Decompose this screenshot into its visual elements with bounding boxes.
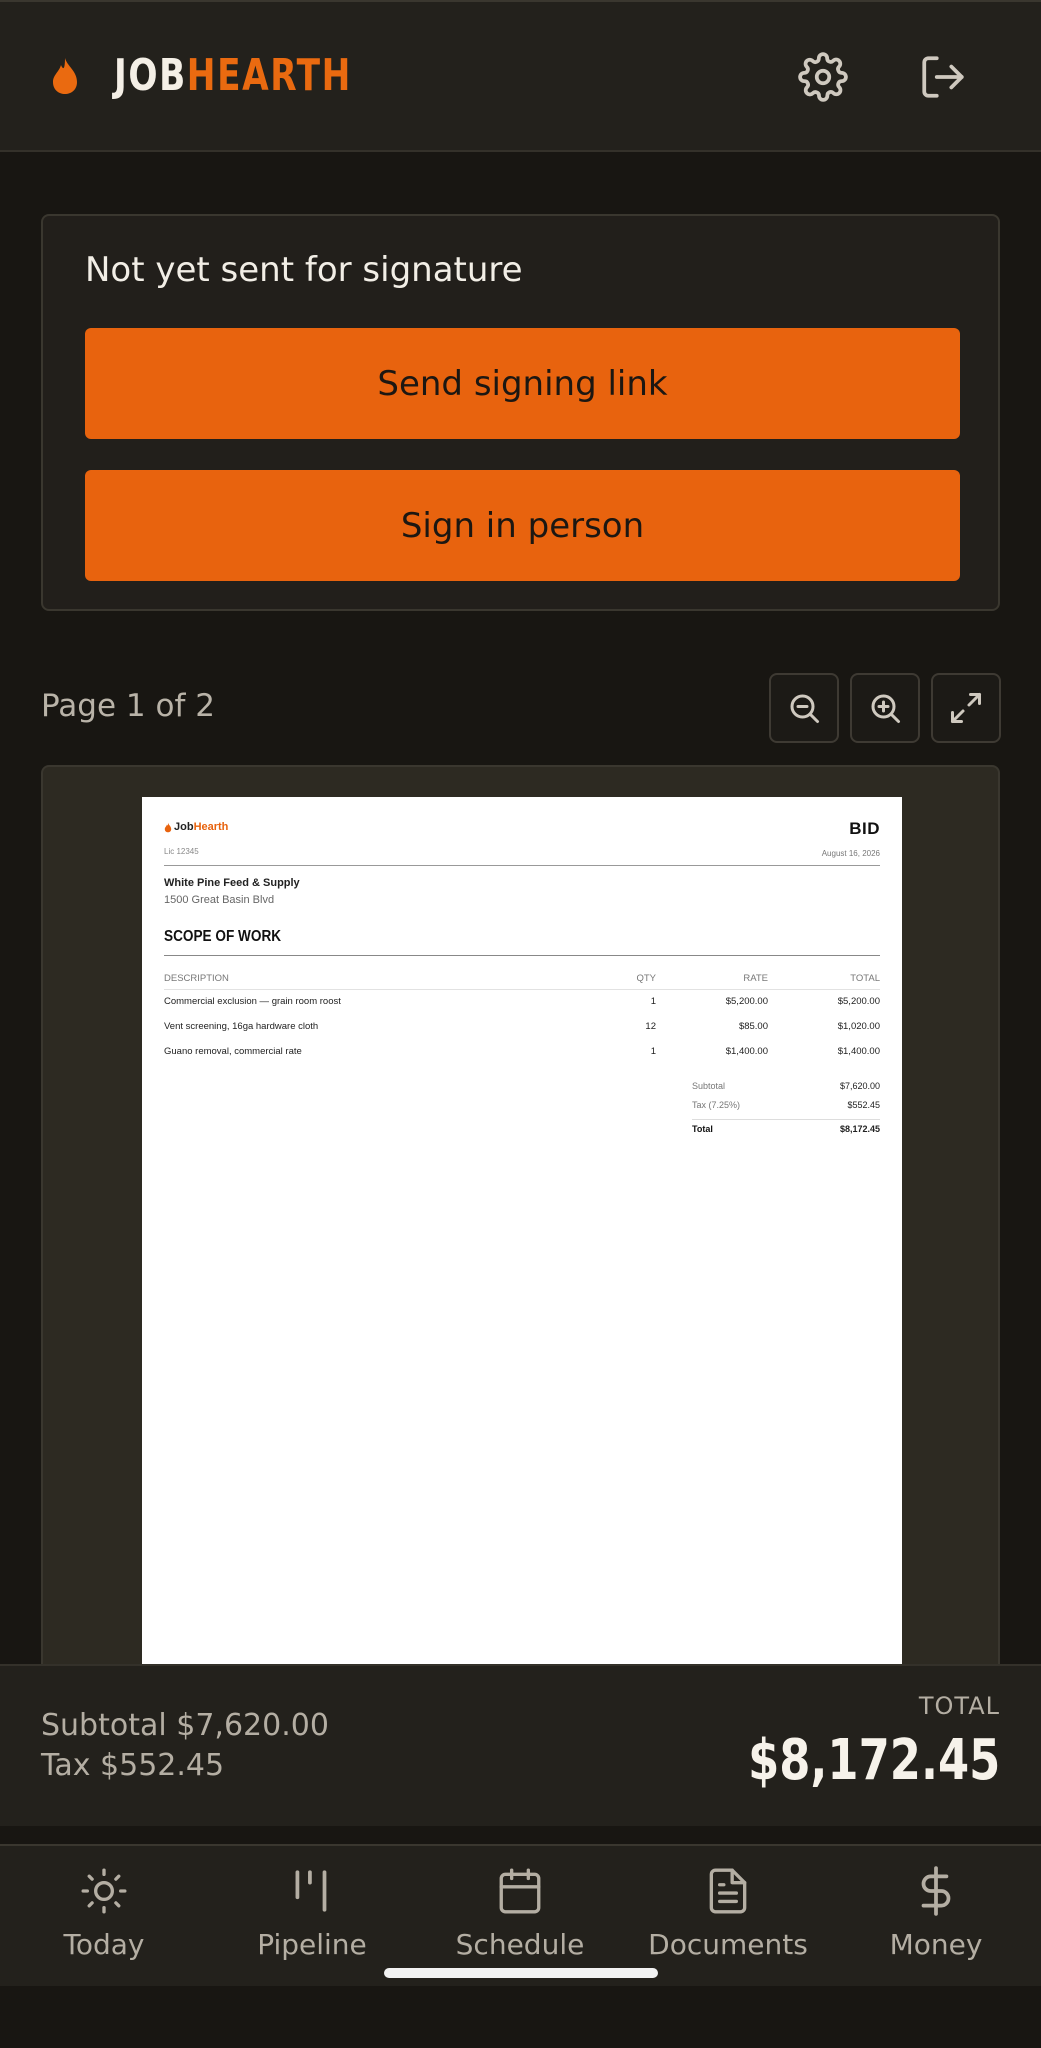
- table-header: DESCRIPTION QTY RATE TOTAL: [164, 973, 880, 990]
- page-indicator: Page 1 of 2: [41, 688, 215, 724]
- total-label: TOTAL: [918, 1692, 1000, 1720]
- table-row: Commercial exclusion — grain room roost …: [164, 996, 880, 1007]
- totals-bar: Subtotal $7,620.00 Tax $552.45 TOTAL $8,…: [0, 1664, 1041, 1826]
- calendar-icon: [499, 1868, 541, 1914]
- send-signing-link-button[interactable]: Send signing link: [85, 328, 960, 439]
- dollar-icon: [921, 1866, 951, 1916]
- document-page: Job Hearth Lic 12345 BID August 16, 2026 …: [142, 797, 902, 1685]
- zoom-in-icon: [871, 694, 900, 723]
- table-row: Guano removal, commercial rate 1 $1,400.…: [164, 1046, 880, 1057]
- expand-icon: [951, 693, 981, 723]
- flame-icon: [53, 57, 77, 94]
- tax-summary: Tax $552.45: [41, 1748, 225, 1783]
- signature-card: Not yet sent for signature Send signing …: [41, 214, 1000, 611]
- subtotal-summary: Subtotal $7,620.00: [41, 1708, 329, 1743]
- signature-status: Not yet sent for signature: [85, 250, 523, 290]
- nav-item-pipeline[interactable]: Pipeline: [208, 1866, 416, 1961]
- brand-logo: JOBHEARTH: [50, 50, 419, 101]
- divider: [164, 955, 880, 956]
- line-items-table: DESCRIPTION QTY RATE TOTAL Commercial ex…: [164, 973, 880, 1071]
- document-totals: Subtotal $7,620.00 Tax (7.25%) $552.45 T…: [692, 1081, 880, 1141]
- document-icon: [709, 1868, 747, 1914]
- client-address: 1500 Great Basin Blvd: [164, 894, 275, 906]
- document-type: BID: [849, 819, 880, 838]
- tax-row: Tax (7.25%) $552.45: [692, 1100, 880, 1110]
- section-title: SCOPE OF WORK: [164, 928, 282, 945]
- total-amount: $8,172.45: [747, 1728, 1000, 1793]
- document-preview[interactable]: Job Hearth Lic 12345 BID August 16, 2026 …: [41, 765, 1000, 1685]
- document-logo: Job Hearth: [164, 821, 228, 833]
- flame-icon: [164, 822, 172, 832]
- license-number: Lic 12345: [164, 847, 199, 856]
- total-row: Total $8,172.45: [692, 1119, 880, 1141]
- zoom-in-button[interactable]: [850, 673, 920, 743]
- brand-wordmark: JOBHEARTH: [114, 50, 352, 101]
- table-row: Vent screening, 16ga hardware cloth 12 $…: [164, 1021, 880, 1032]
- subtotal-row: Subtotal $7,620.00: [692, 1081, 880, 1091]
- system-bar: [0, 1986, 1041, 2048]
- document-date: August 16, 2026: [821, 849, 880, 858]
- pipeline-icon: [295, 1870, 327, 1912]
- bottom-nav: Today Pipeline Schedule Documents Money: [0, 1844, 1041, 1986]
- nav-item-documents[interactable]: Documents: [624, 1866, 832, 1961]
- client-name: White Pine Feed & Supply: [164, 877, 300, 889]
- sign-in-person-button[interactable]: Sign in person: [85, 470, 960, 581]
- logout-icon[interactable]: [918, 52, 968, 102]
- divider: [164, 865, 880, 866]
- nav-item-schedule[interactable]: Schedule: [416, 1866, 624, 1961]
- home-indicator[interactable]: [384, 1968, 658, 1978]
- zoom-out-button[interactable]: [769, 673, 839, 743]
- zoom-out-icon: [790, 694, 819, 723]
- sun-icon: [81, 1868, 127, 1914]
- expand-button[interactable]: [931, 673, 1001, 743]
- nav-item-money[interactable]: Money: [832, 1866, 1040, 1961]
- gear-icon[interactable]: [798, 52, 848, 102]
- app-header: JOBHEARTH: [0, 0, 1041, 152]
- nav-item-today[interactable]: Today: [0, 1866, 208, 1961]
